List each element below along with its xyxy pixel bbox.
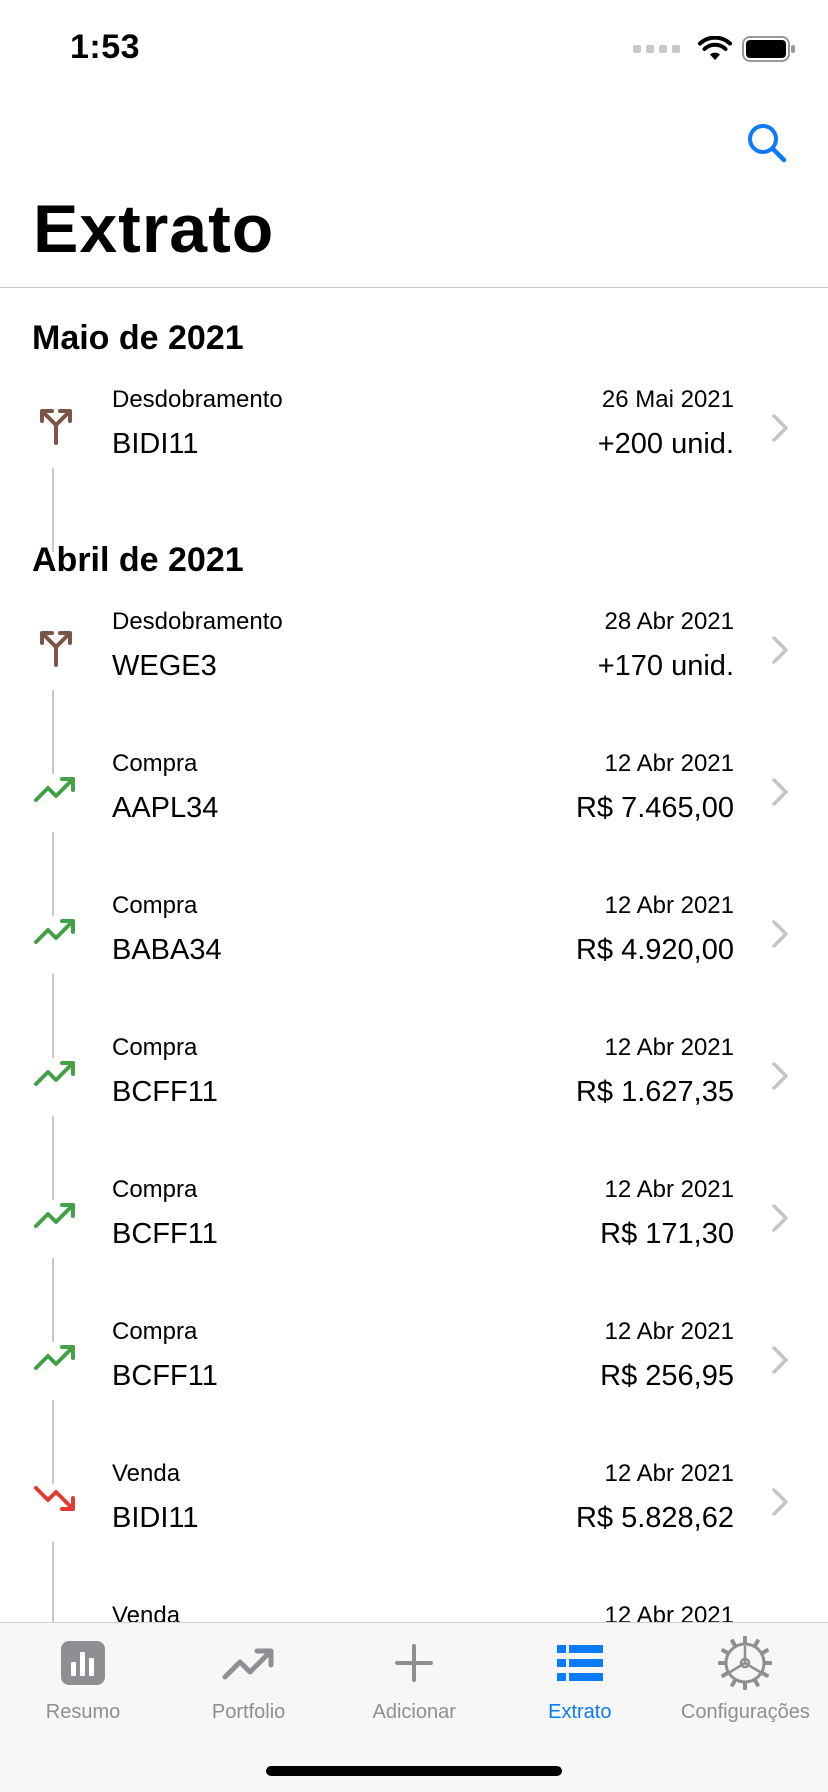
- trend-up-icon: [217, 1631, 281, 1695]
- ticker-symbol: BCFF11: [112, 1360, 218, 1392]
- split-arrow-icon: [34, 625, 78, 669]
- ticker-symbol: BCFF11: [112, 1076, 218, 1108]
- trend-up-icon: [34, 767, 78, 811]
- trend-up-icon: [34, 1335, 78, 1379]
- transaction-type: Compra: [112, 1318, 198, 1345]
- tab-configuracoes[interactable]: Configurações: [662, 1631, 828, 1741]
- tab-extrato[interactable]: Extrato: [497, 1631, 663, 1741]
- ticker-symbol: BCFF11: [112, 1218, 218, 1250]
- status-time: 1:53: [70, 28, 141, 66]
- list-icon: [548, 1631, 612, 1695]
- transaction-type: Compra: [112, 1034, 198, 1061]
- transaction-type: Compra: [112, 1176, 198, 1203]
- ticker-symbol: BIDI11: [112, 428, 199, 460]
- tab-label: Configurações: [680, 1701, 810, 1723]
- transaction-row[interactable]: Venda BIDI11 12 Abr 2021 R$ 5.828,62: [0, 1442, 828, 1626]
- ticker-symbol: BABA34: [112, 934, 222, 966]
- transaction-date: 28 Abr 2021: [604, 608, 734, 635]
- transaction-amount: R$ 1.627,35: [575, 1076, 734, 1108]
- chevron-right-icon: [770, 918, 790, 950]
- trend-up-icon: [34, 909, 78, 953]
- tab-adicionar[interactable]: Adicionar: [331, 1631, 497, 1741]
- transaction-amount: R$ 4.920,00: [575, 934, 734, 966]
- chevron-right-icon: [770, 1344, 790, 1376]
- ticker-symbol: WEGE3: [112, 650, 217, 682]
- ticker-symbol: AAPL34: [112, 792, 219, 824]
- tab-label: Resumo: [45, 1701, 121, 1723]
- chevron-right-icon: [770, 1202, 790, 1234]
- transaction-row[interactable]: Compra BCFF11 12 Abr 2021 R$ 256,95: [0, 1300, 828, 1484]
- transaction-date: 12 Abr 2021: [604, 1034, 734, 1061]
- transaction-row[interactable]: Compra AAPL34 12 Abr 2021 R$ 7.465,00: [0, 732, 828, 916]
- transaction-list[interactable]: Maio de 2021 Desdobramento BIDI11 26 Mai 2…: [0, 288, 828, 1768]
- trend-down-icon: [34, 1477, 78, 1521]
- transaction-amount: R$ 7.465,00: [575, 792, 734, 824]
- wifi-icon: [698, 36, 732, 60]
- search-icon: [748, 124, 787, 163]
- transaction-row[interactable]: Compra BCFF11 12 Abr 2021 R$ 1.627,35: [0, 1016, 828, 1200]
- transaction-type: Compra: [112, 892, 198, 919]
- trend-up-icon: [34, 1051, 78, 1095]
- transaction-date: 12 Abr 2021: [604, 1176, 734, 1203]
- plus-icon: [382, 1631, 446, 1695]
- transaction-amount: R$ 5.828,62: [575, 1502, 734, 1534]
- tab-label: Extrato: [548, 1701, 612, 1723]
- transaction-amount: +200 unid.: [597, 428, 734, 460]
- transaction-row[interactable]: Compra BABA34 12 Abr 2021 R$ 4.920,00: [0, 874, 828, 1058]
- tab-label: Portfolio: [211, 1701, 286, 1723]
- transaction-type: Compra: [112, 750, 198, 777]
- transaction-type: Venda: [112, 1460, 181, 1487]
- transaction-type: Desdobramento: [112, 386, 283, 413]
- transaction-amount: R$ 256,95: [600, 1360, 734, 1392]
- chevron-right-icon: [770, 412, 790, 444]
- chevron-right-icon: [770, 1486, 790, 1518]
- chevron-right-icon: [770, 1060, 790, 1092]
- chevron-right-icon: [770, 776, 790, 808]
- gear-icon: [713, 1631, 777, 1695]
- trend-up-icon: [34, 1193, 78, 1237]
- chart-bars-icon: [51, 1631, 115, 1695]
- tab-resumo[interactable]: Resumo: [0, 1631, 166, 1741]
- transaction-row[interactable]: Desdobramento BIDI11 26 Mai 2021 +200 unid.: [0, 368, 828, 552]
- battery-icon: [742, 36, 795, 62]
- transaction-date: 26 Mai 2021: [601, 386, 734, 413]
- tab-label: Adicionar: [372, 1701, 456, 1723]
- transaction-row[interactable]: Compra BCFF11 12 Abr 2021 R$ 171,30: [0, 1158, 828, 1342]
- ticker-symbol: BIDI11: [112, 1502, 199, 1534]
- status-bar: 1:53: [0, 0, 828, 100]
- transaction-date: 12 Abr 2021: [604, 892, 734, 919]
- page-title: Extrato: [33, 191, 275, 267]
- transaction-date: 12 Abr 2021: [604, 1318, 734, 1345]
- transaction-date: 12 Abr 2021: [604, 750, 734, 777]
- split-arrow-icon: [34, 403, 78, 447]
- section-header: Maio de 2021: [32, 319, 244, 357]
- transaction-date: 12 Abr 2021: [604, 1460, 734, 1487]
- search-button[interactable]: [742, 118, 792, 168]
- transaction-type: Desdobramento: [112, 608, 283, 635]
- cellular-signal-icon: [633, 45, 680, 53]
- section-header: Abril de 2021: [32, 541, 244, 579]
- transaction-amount: +170 unid.: [597, 650, 734, 682]
- chevron-right-icon: [770, 634, 790, 666]
- timeline-line: [52, 468, 54, 552]
- tab-portfolio[interactable]: Portfolio: [166, 1631, 332, 1741]
- transaction-amount: R$ 171,30: [600, 1218, 734, 1250]
- status-indicators: [633, 36, 796, 62]
- transaction-row[interactable]: Desdobramento WEGE3 28 Abr 2021 +170 unid.: [0, 590, 828, 774]
- home-indicator: [266, 1766, 562, 1776]
